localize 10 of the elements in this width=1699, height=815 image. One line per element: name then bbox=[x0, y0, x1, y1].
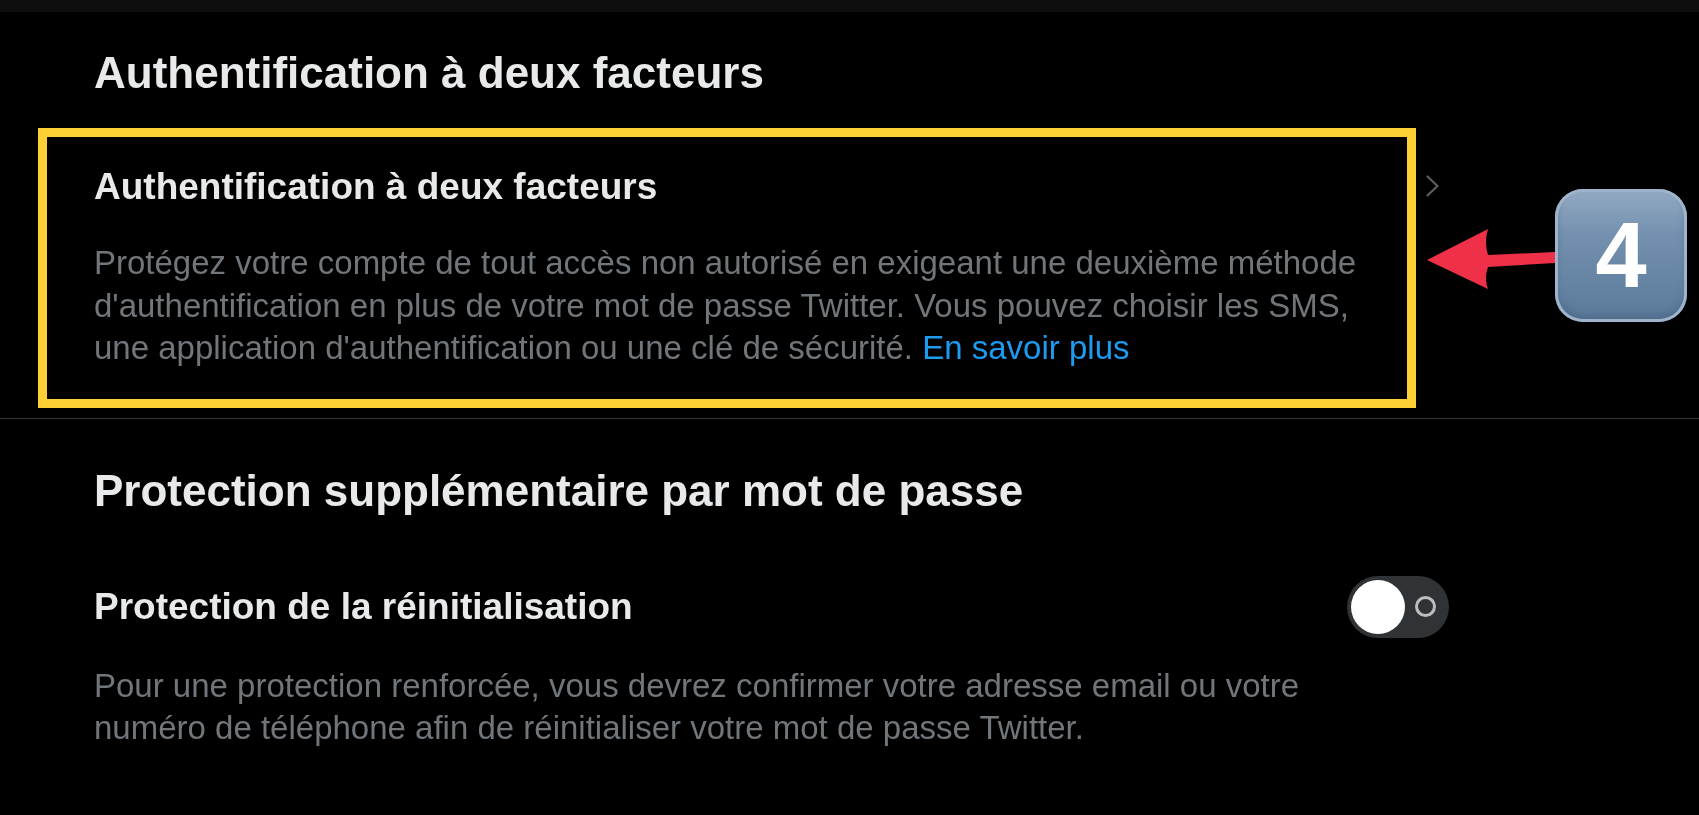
item-description: Protégez votre compte de tout accès non autorisé en exigeant une deuxième méthode d'authentification en plus de votre mot de passe Twitter. Vous pouvez choisir les SMS, une application d'authentification ou une clé de sécurité. En savoir plus bbox=[94, 243, 1358, 368]
ring-icon bbox=[1415, 596, 1436, 617]
section-heading: Protection supplémentaire par mot de passe bbox=[94, 464, 1025, 517]
chevron-icon bbox=[1426, 175, 1439, 197]
item-title: Protection de la réinitialisation bbox=[94, 584, 633, 629]
number-badge: 4 bbox=[1555, 189, 1687, 322]
section-heading: Authentification à deux facteurs bbox=[94, 47, 765, 99]
learn-more-link[interactable]: En savoir plus bbox=[922, 329, 1130, 366]
item-description: Pour une protection renforcée, vous devrez confirmer votre adresse email ou votre numéro de téléphone afin de réinitialiser votre mot de passe Twitter. bbox=[94, 665, 1301, 748]
item-title[interactable]: Authentification à deux facteurs bbox=[94, 165, 1407, 209]
